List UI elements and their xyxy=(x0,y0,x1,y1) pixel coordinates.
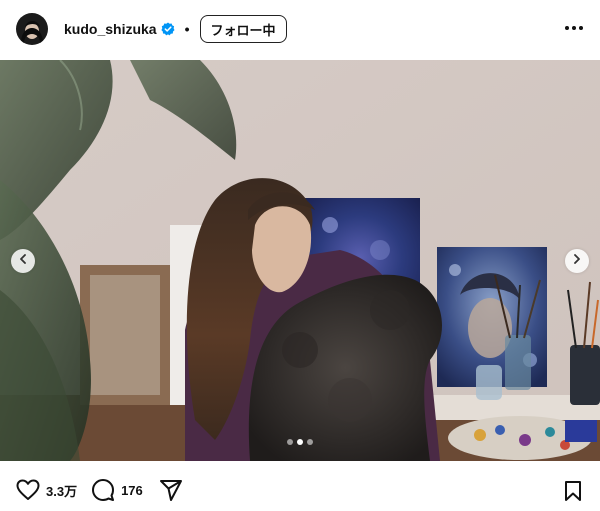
like-button[interactable]: 3.3万 xyxy=(16,479,77,501)
more-options-icon[interactable] xyxy=(562,18,586,38)
post-header: kudo_shizuka • フォロー中 xyxy=(0,0,600,58)
previous-slide-button[interactable] xyxy=(11,249,35,273)
carousel-dot xyxy=(287,439,293,445)
carousel-dot-active xyxy=(297,439,303,445)
separator-dot: • xyxy=(184,21,190,37)
chevron-left-icon xyxy=(17,252,29,270)
following-button[interactable]: フォロー中 xyxy=(199,15,287,43)
next-slide-button[interactable] xyxy=(565,249,589,273)
comment-button[interactable]: 176 xyxy=(91,478,143,502)
like-count: 3.3万 xyxy=(46,483,78,499)
carousel-indicator xyxy=(0,439,600,445)
paper-plane-icon xyxy=(159,478,183,502)
bookmark-icon xyxy=(562,481,584,506)
avatar[interactable] xyxy=(16,13,48,45)
comment-bubble-icon xyxy=(91,478,115,502)
post-photo[interactable] xyxy=(0,60,600,461)
post-actions: 3.3万 176 xyxy=(0,470,600,510)
carousel-dot xyxy=(307,439,313,445)
save-button[interactable] xyxy=(562,480,584,507)
comment-count: 176 xyxy=(121,482,143,498)
verified-badge-icon xyxy=(160,22,175,36)
username[interactable]: kudo_shizuka xyxy=(64,21,157,37)
share-button[interactable] xyxy=(159,478,183,502)
heart-icon xyxy=(16,479,40,501)
chevron-right-icon xyxy=(571,252,583,270)
